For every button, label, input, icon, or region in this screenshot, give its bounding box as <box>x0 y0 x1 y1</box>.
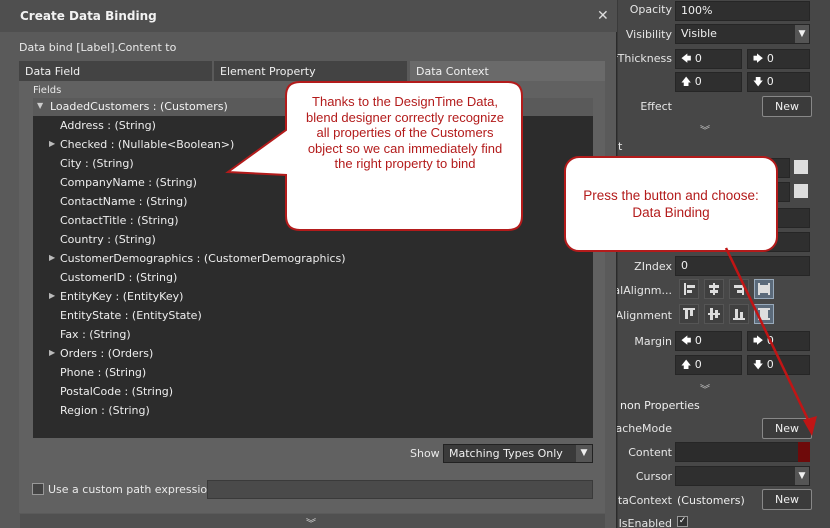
tree-item[interactable]: Region : (String) <box>33 402 593 421</box>
collapse-chevron-icon[interactable]: ︾ <box>600 122 810 137</box>
datacontext-new-button[interactable]: New <box>762 489 812 510</box>
thickness-top-input[interactable]: 🡅 0 <box>675 72 742 92</box>
align-right-icon[interactable] <box>729 279 749 299</box>
margin-bottom-input[interactable]: 🡇 0 <box>747 355 810 375</box>
tree-item-label: CompanyName : (String) <box>60 176 197 189</box>
margin-right-input[interactable]: 🡆 0 <box>747 331 810 351</box>
tree-item[interactable]: Country : (String) <box>33 231 593 250</box>
show-label: Show <box>410 447 440 460</box>
tree-item-label: PostalCode : (String) <box>60 385 174 398</box>
tree-item[interactable]: ▶ CustomerDemographics : (CustomerDemogra… <box>33 250 593 269</box>
align-center-icon[interactable] <box>704 279 724 299</box>
dialog-title: Create Data Binding <box>20 9 157 23</box>
collapse-chevron-icon[interactable]: ︾ <box>600 381 810 396</box>
dialog-footer: ︾ <box>20 514 605 528</box>
tree-item[interactable]: ContactName : (String) <box>33 193 593 212</box>
fields-label: Fields <box>33 85 62 96</box>
expand-arrow-icon[interactable]: ▶ <box>49 253 55 262</box>
close-icon[interactable]: ✕ <box>597 9 609 23</box>
tree-item[interactable]: ▶ Orders : (Orders) <box>33 345 593 364</box>
tree-item-label: City : (String) <box>60 157 134 170</box>
zindex-input[interactable]: 0 <box>675 256 810 276</box>
tree-item[interactable]: Phone : (String) <box>33 364 593 383</box>
datacontext-value: (Customers) <box>677 494 745 507</box>
effect-new-button[interactable]: New <box>762 96 812 117</box>
align-stretch-icon[interactable] <box>754 279 774 299</box>
expanded-arrow-icon[interactable]: ▼ <box>37 101 43 110</box>
align-vstretch-icon[interactable] <box>754 304 774 324</box>
expand-icon[interactable] <box>794 184 808 198</box>
thickness-bottom-input[interactable]: 🡇 0 <box>747 72 810 92</box>
tree-item-label: CustomerID : (String) <box>60 271 178 284</box>
tree-item[interactable]: Fax : (String) <box>33 326 593 345</box>
tree-item-label: CustomerDemographics : (CustomerDemograp… <box>60 252 346 265</box>
custom-path-input[interactable] <box>207 480 593 499</box>
tree-item-label: Region : (String) <box>60 404 150 417</box>
align-bottom-icon[interactable] <box>729 304 749 324</box>
cachemode-new-button[interactable]: New <box>762 418 812 439</box>
dialog-subtitle: Data bind [Label].Content to <box>19 41 177 54</box>
margin-top-input[interactable]: 🡅 0 <box>675 355 742 375</box>
right-callout-text: Press the button and choose: Data Bindin… <box>583 188 759 220</box>
cursor-select[interactable]: ▼ <box>675 466 810 486</box>
custom-path-checkbox[interactable] <box>32 483 44 495</box>
chevron-down-icon: ▼ <box>795 25 809 43</box>
tree-item-label: Phone : (String) <box>60 366 147 379</box>
isenabled-checkbox[interactable]: ✓ <box>677 516 688 527</box>
tree-item-label: Fax : (String) <box>60 328 131 341</box>
tree-item[interactable]: CustomerID : (String) <box>33 269 593 288</box>
common-properties-header: non Properties <box>620 399 700 412</box>
tree-item-label: ContactTitle : (String) <box>60 214 179 227</box>
layout-input[interactable] <box>675 232 810 252</box>
tree-item-label: Checked : (Nullable<Boolean>) <box>60 138 235 151</box>
tree-item[interactable]: ContactTitle : (String) <box>33 212 593 231</box>
opacity-input[interactable]: 100% <box>675 1 810 21</box>
tree-item[interactable]: CompanyName : (String) <box>33 174 593 193</box>
layout-header: t <box>618 140 623 153</box>
advanced-options-marker[interactable] <box>798 442 810 462</box>
tree-root-label: LoadedCustomers : (Customers) <box>50 100 228 113</box>
visibility-value: Visible <box>681 27 717 40</box>
dialog-title-bar: Create Data Binding <box>0 0 617 32</box>
tab-data-field[interactable]: Data Field <box>19 61 212 81</box>
width-input[interactable] <box>675 158 790 178</box>
margin-left-input[interactable]: 🡄 0 <box>675 331 742 351</box>
expand-icon[interactable] <box>794 160 808 174</box>
align-middle-icon[interactable] <box>704 304 724 324</box>
expand-arrow-icon[interactable]: ▶ <box>49 291 55 300</box>
expand-chevron-icon[interactable]: ︾ <box>306 515 316 528</box>
visibility-select[interactable]: Visible ▼ <box>675 24 810 44</box>
tab-element-property[interactable]: Element Property <box>214 61 407 81</box>
expand-arrow-icon[interactable]: ▶ <box>49 348 55 357</box>
align-left-icon[interactable] <box>679 279 699 299</box>
tree-item-label: EntityKey : (EntityKey) <box>60 290 184 303</box>
content-input[interactable] <box>675 442 810 462</box>
left-callout-text: Thanks to the DesignTime Data, blend des… <box>306 94 504 171</box>
thickness-right-input[interactable]: 🡆 0 <box>747 49 810 69</box>
custom-path-label: Use a custom path expression <box>48 483 215 496</box>
align-top-icon[interactable] <box>679 304 699 324</box>
tree-item-label: Orders : (Orders) <box>60 347 154 360</box>
tree-item-label: EntityState : (EntityState) <box>60 309 202 322</box>
tab-data-context[interactable]: Data Context <box>410 61 605 81</box>
tree-item[interactable]: PostalCode : (String) <box>33 383 593 402</box>
tree-item-label: Address : (String) <box>60 119 156 132</box>
thickness-left-input[interactable]: 🡄 0 <box>675 49 742 69</box>
show-filter-value: Matching Types Only <box>449 447 563 460</box>
chevron-down-icon: ▼ <box>576 445 592 462</box>
chevron-down-icon: ▼ <box>795 467 809 485</box>
tree-item-label: ContactName : (String) <box>60 195 188 208</box>
expand-arrow-icon[interactable]: ▶ <box>49 139 55 148</box>
show-filter-select[interactable]: Matching Types Only ▼ <box>443 444 593 463</box>
tree-item[interactable]: EntityState : (EntityState) <box>33 307 593 326</box>
tree-item-label: Country : (String) <box>60 233 156 246</box>
tree-item[interactable]: ▶ EntityKey : (EntityKey) <box>33 288 593 307</box>
